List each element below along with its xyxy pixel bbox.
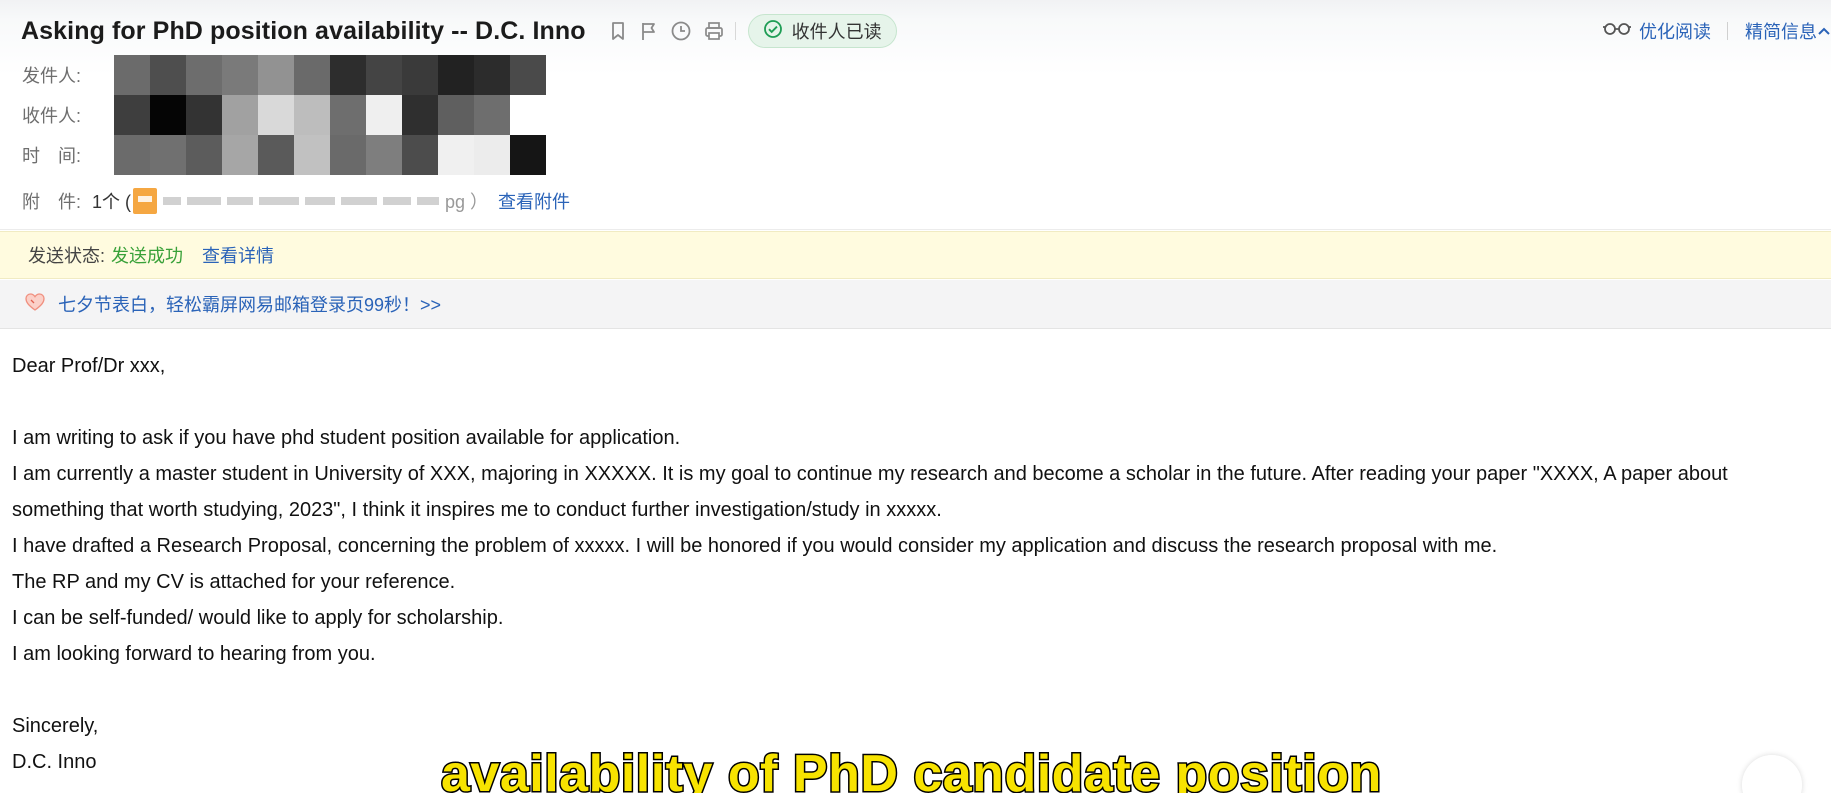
body-line [12, 672, 1831, 708]
body-line [12, 384, 1831, 420]
title-row: Asking for PhD position availability -- … [21, 14, 897, 48]
promo-text: 七夕节表白，轻松霸屏网易邮箱登录页99秒！>> [58, 295, 442, 315]
read-receipt-badge: 收件人已读 [747, 14, 897, 48]
optimize-read-label: 优化阅读 [1639, 22, 1711, 42]
attachment-name-redacted [163, 197, 440, 205]
mail-header: Asking for PhD position availability -- … [0, 0, 1831, 230]
promo-banner[interactable]: 七夕节表白，轻松霸屏网易邮箱登录页99秒！>> [0, 280, 1831, 329]
mail-subject: Asking for PhD position availability -- … [21, 16, 586, 45]
to-label: 收件人: [22, 106, 82, 126]
attach-count: 1个 ( [92, 192, 132, 212]
attachment-file-icon[interactable] [133, 188, 158, 214]
body-line: I am looking forward to hearing from you… [12, 643, 376, 665]
header-actions: 优化阅读 精简信息 [1602, 18, 1831, 44]
read-badge-label: 收件人已读 [791, 22, 882, 42]
send-status-label: 发送状态: [28, 246, 106, 266]
time-row: 时 间: [22, 135, 546, 175]
print-icon[interactable] [703, 20, 725, 42]
heart-promo-icon [24, 292, 58, 317]
body-line: I have drafted a Research Proposal, conc… [12, 535, 1498, 557]
attachment-row: 附 件: 1个 ( pg ） 查看附件 [22, 186, 570, 216]
to-row: 收件人: [22, 95, 510, 135]
flag-icon[interactable] [639, 20, 659, 42]
view-details-link[interactable]: 查看详情 [202, 242, 274, 268]
sender-redacted [114, 55, 546, 95]
mail-body: Dear Prof/Dr xxx, I am writing to ask if… [12, 348, 1831, 780]
mail-toolbar [608, 20, 725, 42]
attach-label: 附 件: [22, 192, 82, 212]
clock-icon[interactable] [670, 20, 692, 42]
check-circle-icon [763, 19, 792, 44]
body-line: I am writing to ask if you have phd stud… [12, 427, 681, 449]
body-line: Dear Prof/Dr xxx, [12, 355, 166, 377]
body-line: I am currently a master student in Unive… [12, 463, 1728, 485]
body-line: Sincerely, [12, 715, 99, 737]
glasses-icon [1602, 21, 1639, 42]
send-status-bar: 发送状态: 发送成功 查看详情 [0, 231, 1831, 279]
bookmark-icon[interactable] [608, 20, 628, 42]
optimize-read-button[interactable]: 优化阅读 [1602, 18, 1711, 44]
from-label: 发件人: [22, 66, 82, 86]
attachment-extension: pg ） [445, 192, 489, 212]
recipient-redacted [114, 95, 510, 135]
view-attachments-link[interactable]: 查看附件 [498, 188, 570, 214]
body-line: The RP and my CV is attached for your re… [12, 571, 456, 593]
simple-info-toggle[interactable]: 精简信息 [1745, 18, 1831, 44]
actions-divider [1727, 22, 1728, 40]
simple-info-label: 精简信息 [1745, 22, 1817, 42]
body-line: something that worth studying, 2023", I … [12, 499, 942, 521]
time-redacted [114, 135, 546, 175]
video-caption: availability of PhD candidate position [440, 744, 1383, 793]
from-row: 发件人: [22, 55, 546, 95]
send-status-value: 发送成功 [111, 246, 184, 266]
body-line: I can be self-funded/ would like to appl… [12, 607, 504, 629]
time-label: 时 间: [22, 146, 82, 166]
toolbar-divider [734, 22, 736, 40]
chevron-up-icon [1817, 21, 1831, 42]
